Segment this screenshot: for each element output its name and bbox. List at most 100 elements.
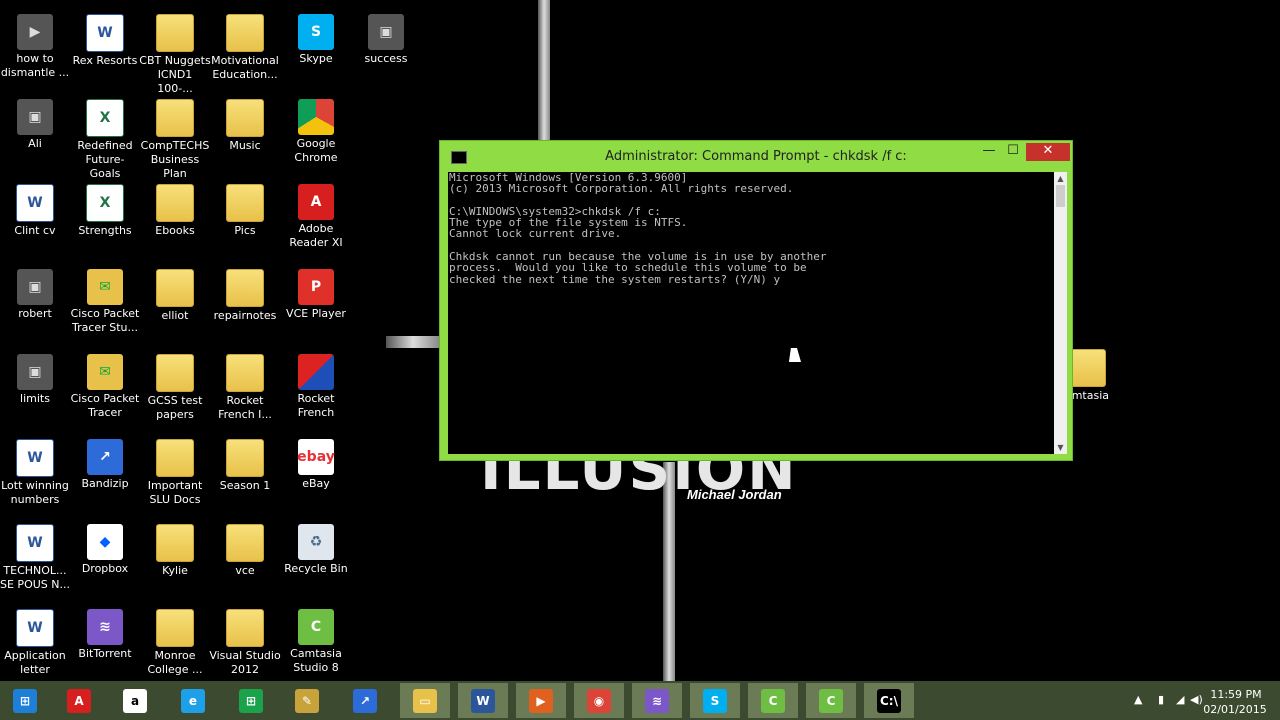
desktop-icon[interactable]: Kylie: [139, 520, 211, 578]
desktop-icon[interactable]: Rocket French I...: [209, 350, 281, 422]
taskbar-button[interactable]: C: [806, 683, 856, 718]
desktop-icon[interactable]: ✉ Cisco Packet Tracer Stu...: [69, 265, 141, 335]
desktop-icon[interactable]: Google Chrome: [280, 95, 352, 165]
desktop-icon[interactable]: ▣ limits: [0, 350, 71, 406]
command-prompt-window[interactable]: Administrator: Command Prompt - chkdsk /…: [439, 140, 1073, 461]
minimize-button[interactable]: —: [978, 143, 1000, 161]
scroll-down-arrow-icon[interactable]: ▼: [1054, 441, 1067, 454]
clock-date[interactable]: 02/01/2015: [1200, 703, 1270, 716]
desktop-icon[interactable]: Season 1: [209, 435, 281, 493]
taskbar-button[interactable]: ≋: [632, 683, 682, 718]
command-prompt-icon: C:\: [877, 688, 901, 713]
desktop-icon-label: success: [364, 52, 408, 65]
taskbar-button[interactable]: W: [458, 683, 508, 718]
desktop-icon[interactable]: ▣ success: [350, 10, 422, 66]
folder-icon: [226, 99, 264, 137]
desktop-icon[interactable]: Visual Studio 2012: [209, 605, 281, 677]
desktop-icon[interactable]: ▣ robert: [0, 265, 71, 321]
desktop-icon[interactable]: C Camtasia Studio 8: [280, 605, 352, 675]
show-hidden-icons-icon[interactable]: ▲: [1134, 693, 1142, 706]
desktop-icon[interactable]: X Redefined Future- Goals: [69, 95, 141, 181]
desktop-icon-label: Dropbox: [81, 562, 129, 575]
maximize-button[interactable]: ☐: [1002, 143, 1024, 161]
desktop-icon[interactable]: X Strengths: [69, 180, 141, 238]
desktop-icon[interactable]: ▶ how to dismantle ...: [0, 10, 71, 80]
taskbar-button[interactable]: C: [748, 683, 798, 718]
desktop-icon[interactable]: ◆ Dropbox: [69, 520, 141, 576]
video-thumbnail-icon: ▶: [17, 14, 53, 50]
desktop-icon-label: Ebooks: [155, 224, 195, 237]
camtasia-icon: C: [819, 688, 843, 713]
desktop-icon[interactable]: CBT Nuggets ICND1 100-...: [139, 10, 211, 96]
desktop-icon[interactable]: elliot: [139, 265, 211, 323]
console-output[interactable]: Microsoft Windows [Version 6.3.9600] (c)…: [448, 172, 1054, 454]
desktop-icon[interactable]: ↗ Bandizip: [69, 435, 141, 491]
taskbar-button[interactable]: ▭: [400, 683, 450, 718]
scroll-up-arrow-icon[interactable]: ▲: [1054, 172, 1067, 185]
taskbar-button[interactable]: ◉: [574, 683, 624, 718]
bittorrent-icon: ≋: [87, 609, 123, 645]
taskbar-button[interactable]: C:\: [864, 683, 914, 718]
desktop-icon[interactable]: Monroe College ...: [139, 605, 211, 677]
desktop-icon[interactable]: Pics: [209, 180, 281, 238]
desktop-icon[interactable]: ebay eBay: [280, 435, 352, 491]
desktop-icon-label: elliot: [161, 309, 189, 322]
desktop-icon[interactable]: ≋ BitTorrent: [69, 605, 141, 661]
desktop-icon[interactable]: P VCE Player: [280, 265, 352, 321]
desktop-icon[interactable]: W TECHNOL... SE POUS N...: [0, 520, 71, 592]
rocket-french-icon: [298, 354, 334, 390]
desktop-icon[interactable]: W Rex Resorts: [69, 10, 141, 68]
media-icon: ▶: [529, 688, 553, 713]
folder-icon: [226, 184, 264, 222]
network-icon[interactable]: ◢: [1176, 693, 1184, 706]
wallpaper-author: Michael Jordan: [687, 487, 782, 502]
desktop-icon[interactable]: Motivational Education...: [209, 10, 281, 82]
taskbar-button[interactable]: a: [110, 683, 160, 718]
desktop-icon[interactable]: ▣ Ali: [0, 95, 71, 151]
desktop-icon[interactable]: vce: [209, 520, 281, 578]
folder-icon: [156, 184, 194, 222]
window-titlebar[interactable]: Administrator: Command Prompt - chkdsk /…: [440, 141, 1072, 171]
taskbar-button[interactable]: ⊞: [226, 683, 276, 718]
taskbar-button[interactable]: ✎: [282, 683, 332, 718]
desktop-icon[interactable]: Ebooks: [139, 180, 211, 238]
desktop-icon[interactable]: W Lott winning numbers: [0, 435, 71, 507]
desktop-icon[interactable]: W Application letter: [0, 605, 71, 677]
desktop-icon[interactable]: S Skype: [280, 10, 352, 66]
desktop-icon[interactable]: Rocket French: [280, 350, 352, 420]
taskbar-button[interactable]: S: [690, 683, 740, 718]
desktop-icon-label: Cisco Packet Tracer Stu...: [70, 307, 140, 334]
desktop-icon[interactable]: ♻ Recycle Bin: [280, 520, 352, 576]
desktop-icon-label: VCE Player: [286, 307, 346, 320]
taskbar-button[interactable]: ↗: [340, 683, 390, 718]
vertical-scrollbar[interactable]: ▲ ▼: [1054, 172, 1067, 454]
taskbar-button[interactable]: A: [54, 683, 104, 718]
desktop-icon[interactable]: GCSS test papers: [139, 350, 211, 422]
start-icon: ⊞: [13, 688, 37, 713]
clock-time[interactable]: 11:59 PM: [1206, 688, 1266, 701]
desktop-icon[interactable]: ✉ Cisco Packet Tracer: [69, 350, 141, 420]
taskbar-button[interactable]: ⊞: [0, 683, 50, 718]
folder-icon: [1068, 349, 1106, 387]
desktop-icon[interactable]: repairnotes: [209, 265, 281, 323]
desktop-icon[interactable]: W Clint cv: [0, 180, 71, 238]
desktop-icon[interactable]: CompTECHS Business Plan: [139, 95, 211, 181]
desktop-icon[interactable]: Important SLU Docs: [139, 435, 211, 507]
bittorrent-icon: ≋: [645, 688, 669, 713]
vce-player-icon: P: [298, 269, 334, 305]
internet-explorer-icon: e: [181, 688, 205, 713]
cisco-packet-tracer-icon: ✉: [87, 269, 123, 305]
scroll-thumb[interactable]: [1056, 185, 1065, 207]
battery-icon[interactable]: ▮: [1158, 693, 1164, 706]
desktop-icon-label: GCSS test papers: [147, 394, 203, 421]
desktop-icon-label: BitTorrent: [78, 647, 132, 660]
dropbox-icon: ◆: [87, 524, 123, 560]
taskbar-button[interactable]: e: [168, 683, 218, 718]
desktop-icon[interactable]: Music: [209, 95, 281, 153]
desktop-icon-label: CBT Nuggets ICND1 100-...: [139, 54, 211, 95]
taskbar-button[interactable]: ▶: [516, 683, 566, 718]
close-button[interactable]: ✕: [1026, 143, 1070, 161]
desktop-icon[interactable]: A Adobe Reader XI: [280, 180, 352, 250]
desktop-icon-label: Visual Studio 2012: [209, 649, 281, 676]
desktop-icon-label: how to dismantle ...: [0, 52, 70, 79]
